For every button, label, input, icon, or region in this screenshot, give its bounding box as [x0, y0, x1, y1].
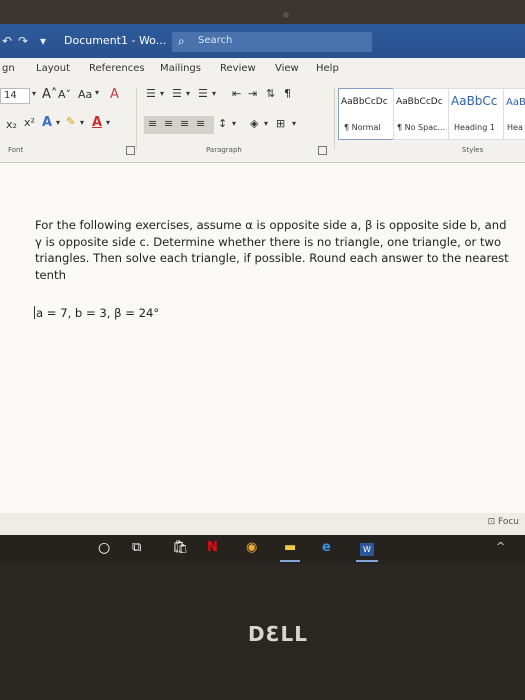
font-color-icon[interactable]: A [92, 115, 102, 130]
title-bar: ↶ ↷ ▾ Document1 - Wo... ⌕ Search [0, 24, 525, 58]
style-name: Hea [507, 123, 523, 132]
tab-review[interactable]: Review [220, 63, 256, 74]
active-app-indicator [356, 560, 378, 562]
font-dialog-launcher-icon[interactable] [126, 146, 135, 155]
tab-view[interactable]: View [275, 63, 299, 74]
line-spacing-icon[interactable]: ↕ [218, 117, 227, 130]
edge-icon[interactable]: e [322, 540, 331, 555]
cortana-icon[interactable]: ○ [98, 540, 110, 556]
document-equation-line: a = 7, b = 3, β = 24° [34, 306, 159, 320]
shrink-font-button[interactable]: A˅ [58, 88, 71, 101]
task-view-icon[interactable]: ⧉ [132, 540, 141, 555]
clear-formatting-button[interactable]: A [110, 87, 119, 102]
focus-label: Focu [497, 517, 519, 527]
customize-quick-access-icon[interactable]: ▾ [40, 34, 46, 48]
shading-icon[interactable]: ◈ [250, 117, 258, 130]
text-effects-icon[interactable]: A [42, 115, 52, 130]
redo-icon[interactable]: ↷ [18, 34, 28, 48]
justify-icon[interactable]: ≡ [196, 117, 205, 130]
monitor-brand-logo: DƐLL [248, 622, 309, 646]
search-placeholder: Search [198, 35, 233, 46]
tab-references[interactable]: References [89, 63, 145, 74]
numbering-icon[interactable]: ☰ [172, 87, 182, 100]
document-title: Document1 - Wo... [64, 34, 167, 47]
active-app-indicator [280, 560, 300, 562]
search-icon: ⌕ [178, 34, 185, 48]
undo-icon[interactable]: ↶ [2, 34, 12, 48]
document-paragraph: For the following exercises, assume α is… [35, 218, 509, 282]
line-spacing-dropdown-icon[interactable]: ▾ [232, 119, 236, 128]
style-sample: AaB [506, 97, 525, 108]
status-area: ⊡ Focu [0, 513, 525, 535]
align-right-icon[interactable]: ≡ [180, 117, 189, 130]
ribbon: 14 ▾ A˄ A˅ Aa ▾ A x₂ x² A ▾ ✎ ▾ A ▾ Font… [0, 82, 525, 163]
style-no-spacing[interactable]: AaBbCcDc ¶ No Spac... [393, 88, 449, 140]
align-center-icon[interactable]: ≡ [164, 117, 173, 130]
file-explorer-icon[interactable]: ▬ [284, 540, 296, 555]
monitor-bezel-top [0, 0, 525, 24]
align-left-icon[interactable]: ≡ [148, 117, 157, 130]
borders-icon[interactable]: ⊞ [276, 117, 285, 130]
paragraph-group-label: Paragraph [206, 146, 242, 154]
multilevel-dropdown-icon[interactable]: ▾ [212, 89, 216, 98]
grow-font-button[interactable]: A˄ [42, 87, 57, 102]
ribbon-divider [334, 88, 335, 150]
focus-mode-button[interactable]: ⊡ Focu [488, 517, 519, 527]
increase-indent-icon[interactable]: ⇥ [248, 87, 257, 100]
tab-mailings[interactable]: Mailings [160, 63, 201, 74]
styles-group-label: Styles [462, 146, 484, 154]
style-heading-2[interactable]: AaB Hea [503, 88, 525, 140]
bullets-icon[interactable]: ☰ [146, 87, 156, 100]
font-size-box[interactable]: 14 [0, 88, 30, 104]
focus-icon: ⊡ [487, 517, 496, 527]
ribbon-divider [136, 88, 137, 150]
word-icon[interactable]: W [360, 543, 374, 556]
change-case-dropdown-icon[interactable]: ▾ [95, 88, 99, 97]
change-case-button[interactable]: Aa [78, 88, 92, 101]
style-sample: AaBbCcDc [341, 97, 388, 107]
ribbon-tabs: gn Layout References Mailings Review Vie… [0, 58, 525, 83]
sort-icon[interactable]: ⇅ [266, 87, 275, 100]
tab-design[interactable]: gn [2, 63, 15, 74]
superscript-button[interactable]: x² [24, 116, 35, 129]
chrome-icon[interactable]: ◉ [246, 540, 257, 555]
search-box[interactable]: ⌕ Search [172, 32, 372, 52]
style-normal[interactable]: AaBbCcDc ¶ Normal [338, 88, 394, 140]
highlight-icon[interactable]: ✎ [66, 115, 75, 128]
style-sample: AaBbCcDc [396, 97, 443, 107]
font-color-dropdown-icon[interactable]: ▾ [106, 118, 110, 127]
bullets-dropdown-icon[interactable]: ▾ [160, 89, 164, 98]
subscript-button[interactable]: x₂ [6, 118, 17, 131]
multilevel-list-icon[interactable]: ☰ [198, 87, 208, 100]
monitor-bezel-bottom: DƐLL [0, 564, 525, 700]
webcam [283, 12, 289, 18]
show-hidden-icons-icon[interactable]: ^ [496, 540, 505, 553]
show-marks-icon[interactable]: ¶ [284, 87, 291, 100]
paragraph-dialog-launcher-icon[interactable] [318, 146, 327, 155]
taskbar: ○ ⧉ 🛍 N ◉ ▬ e W ^ [0, 535, 525, 564]
font-size-dropdown-icon[interactable]: ▾ [32, 89, 36, 98]
document-page[interactable]: For the following exercises, assume α is… [0, 163, 525, 513]
text-cursor [34, 306, 35, 319]
netflix-icon[interactable]: N [207, 540, 218, 555]
highlight-dropdown-icon[interactable]: ▾ [80, 118, 84, 127]
style-sample: AaBbCc [451, 94, 498, 108]
style-name: Heading 1 [454, 123, 495, 132]
store-icon[interactable]: 🛍 [172, 540, 189, 555]
text-effects-dropdown-icon[interactable]: ▾ [56, 118, 60, 127]
tab-help[interactable]: Help [316, 63, 339, 74]
shading-dropdown-icon[interactable]: ▾ [264, 119, 268, 128]
equation-text: a = 7, b = 3, β = 24° [36, 306, 160, 320]
decrease-indent-icon[interactable]: ⇤ [232, 87, 241, 100]
font-group-label: Font [8, 146, 24, 154]
style-heading-1[interactable]: AaBbCc Heading 1 [448, 88, 504, 140]
style-name: ¶ No Spac... [397, 123, 446, 132]
borders-dropdown-icon[interactable]: ▾ [292, 119, 296, 128]
numbering-dropdown-icon[interactable]: ▾ [186, 89, 190, 98]
tab-layout[interactable]: Layout [36, 63, 70, 74]
screen: ↶ ↷ ▾ Document1 - Wo... ⌕ Search gn Layo… [0, 24, 525, 564]
style-name: ¶ Normal [344, 123, 381, 132]
